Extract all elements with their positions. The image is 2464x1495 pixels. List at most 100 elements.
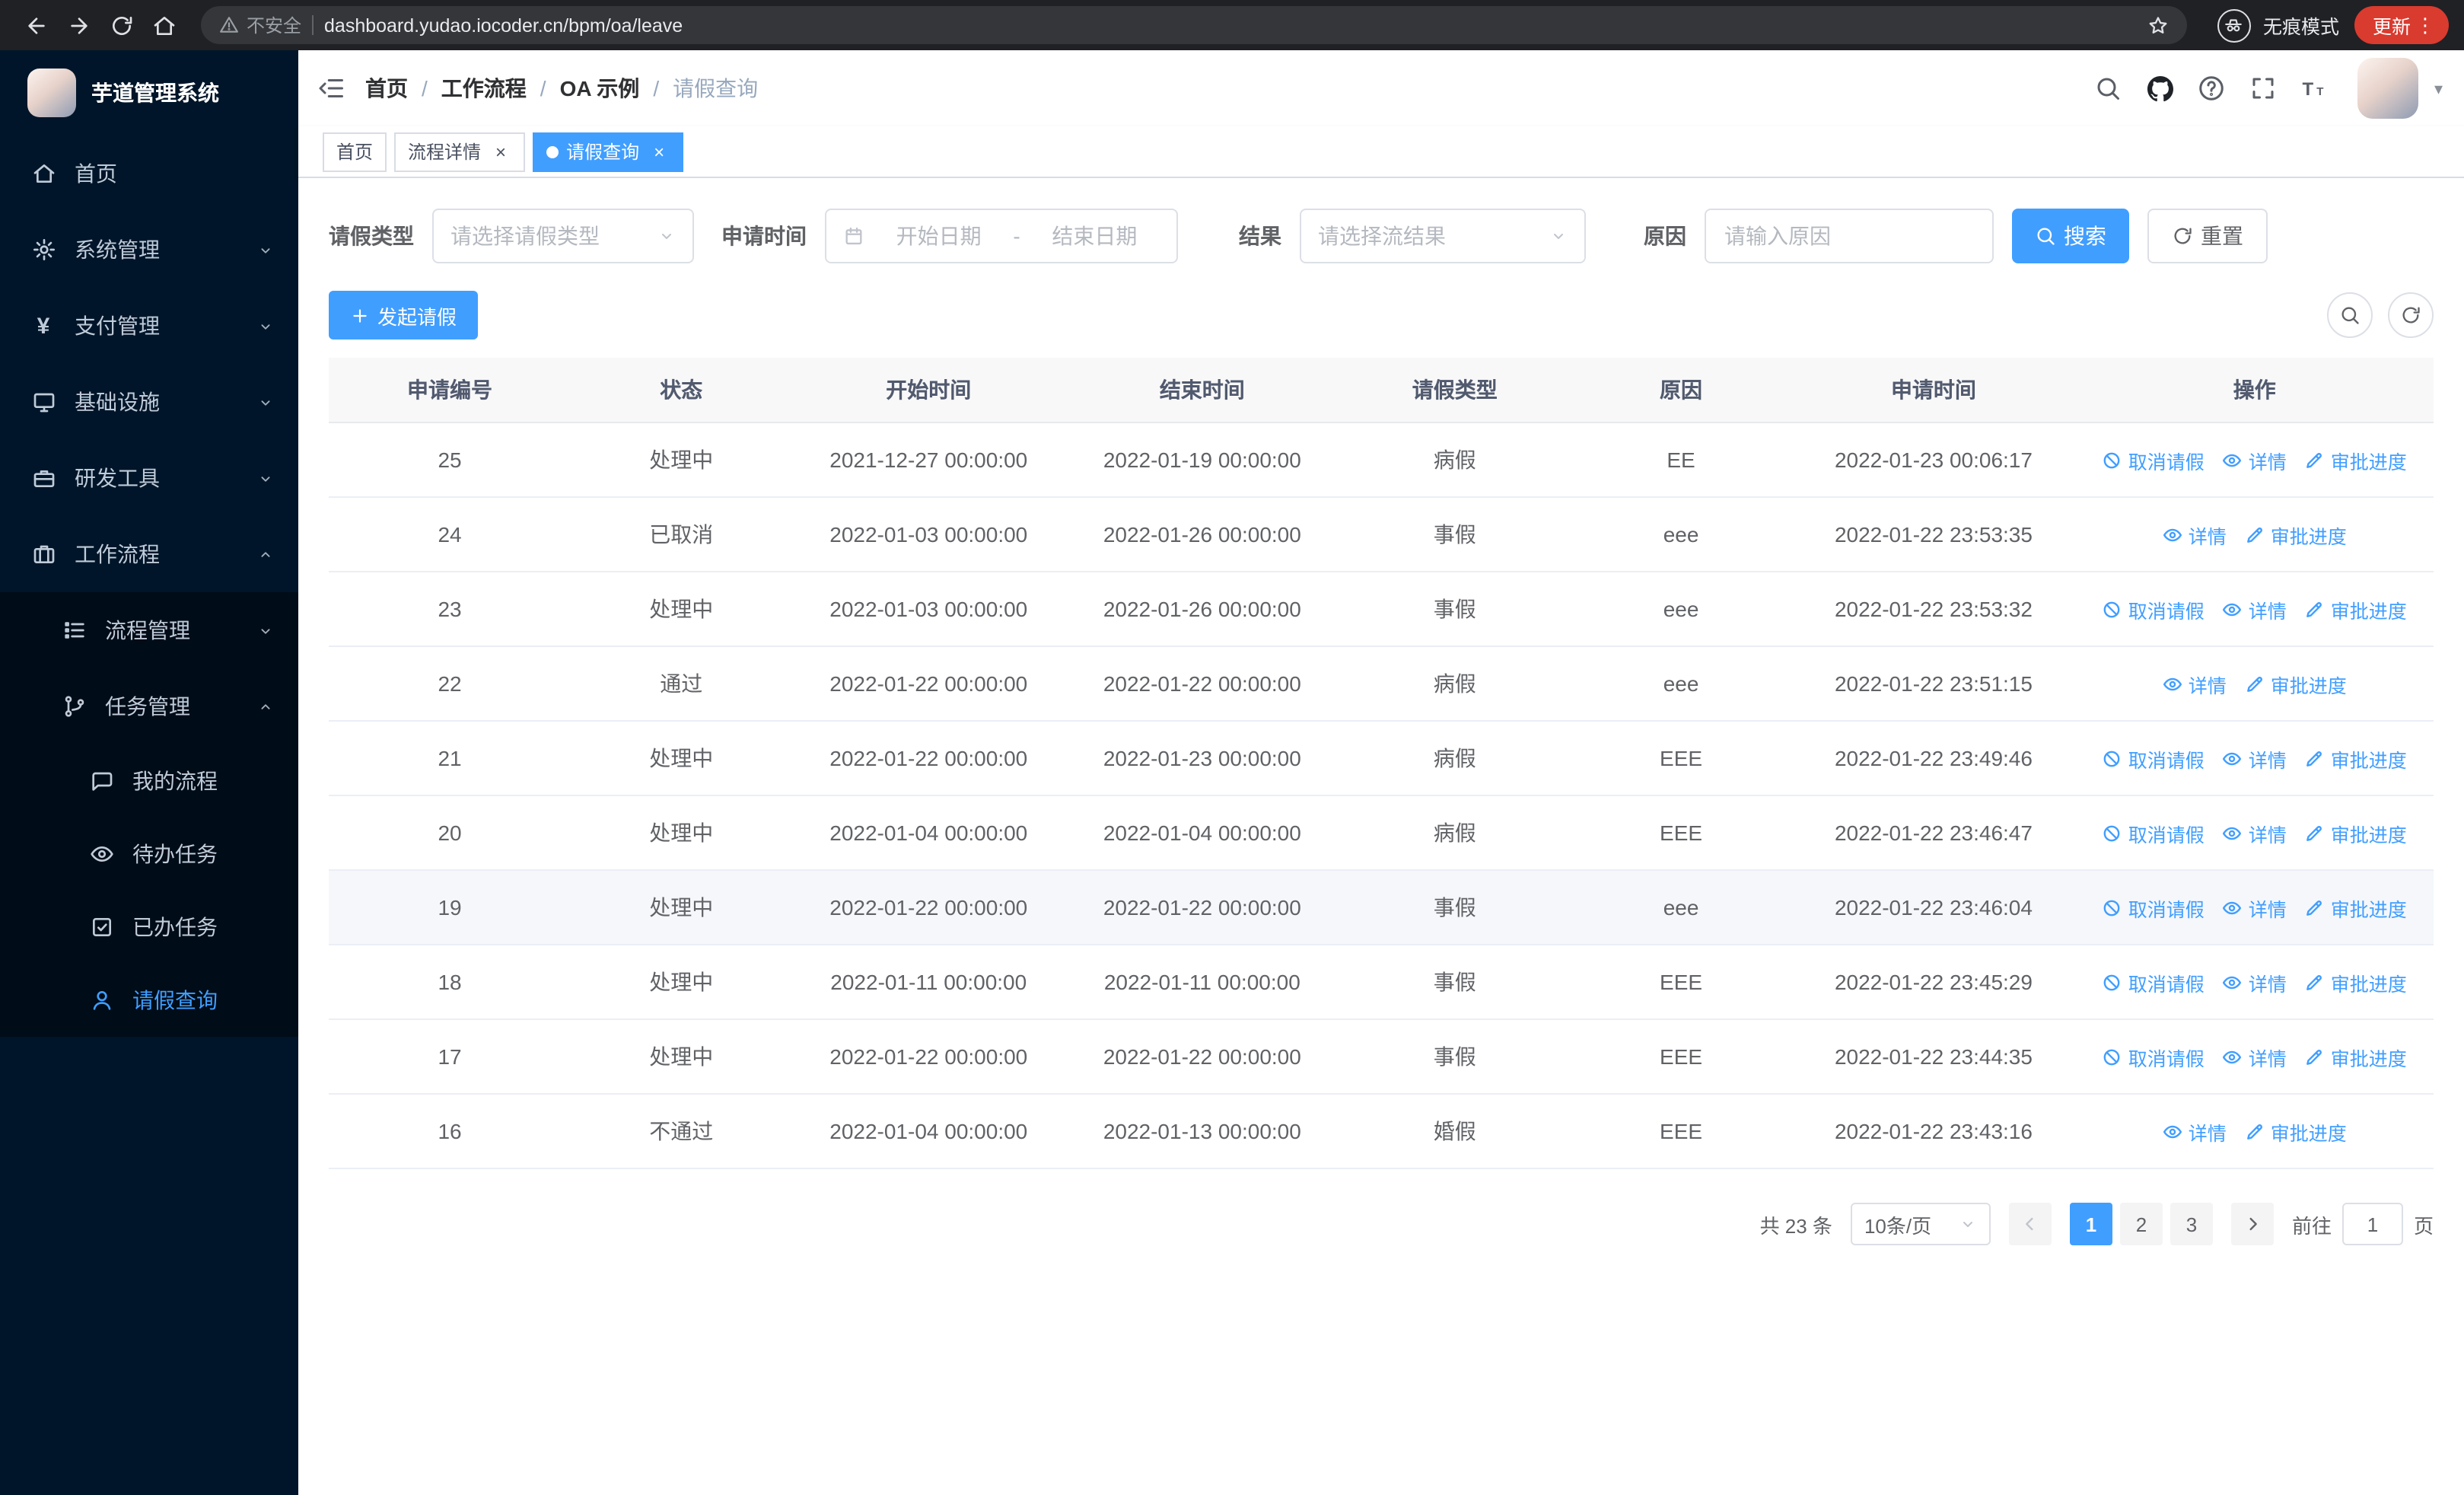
- search-button[interactable]: 搜索: [2012, 209, 2129, 263]
- table-row: 24 已取消 2022-01-03 00:00:00 2022-01-26 00:00…: [329, 498, 2434, 572]
- action-progress-link[interactable]: 审批进度: [2305, 967, 2407, 996]
- toggle-search-button[interactable]: [2327, 292, 2373, 338]
- sidebar-item-leave-query[interactable]: 请假查询: [0, 964, 298, 1037]
- action-progress-link[interactable]: 审批进度: [2305, 893, 2407, 922]
- action-cancel-link[interactable]: 取消请假: [2103, 1042, 2205, 1071]
- reason-input[interactable]: [1705, 209, 1994, 263]
- action-progress-link[interactable]: 审批进度: [2245, 669, 2347, 698]
- table-row: 23 处理中 2022-01-03 00:00:00 2022-01-26 00:00…: [329, 572, 2434, 647]
- tab-process-detail[interactable]: 流程详情 ×: [394, 132, 526, 171]
- page-button-1[interactable]: 1: [2069, 1203, 2112, 1245]
- tab-home[interactable]: 首页: [323, 132, 387, 171]
- site-security-chip[interactable]: 不安全: [219, 12, 301, 38]
- cell-reason: eee: [1663, 597, 1699, 621]
- cell-actions: 取消请假 详情 审批进度: [2076, 796, 2434, 869]
- close-icon[interactable]: ×: [490, 141, 511, 162]
- github-icon[interactable]: [2139, 67, 2182, 110]
- action-progress-link[interactable]: 审批进度: [2305, 818, 2407, 847]
- action-progress-link[interactable]: 审批进度: [2245, 1117, 2347, 1146]
- page-button-2[interactable]: 2: [2119, 1203, 2163, 1245]
- bookmark-star-icon[interactable]: [2147, 14, 2169, 36]
- reload-button[interactable]: [100, 4, 143, 46]
- table-row: 16 不通过 2022-01-04 00:00:00 2022-01-13 00:00…: [329, 1095, 2434, 1169]
- action-cancel-link[interactable]: 取消请假: [2103, 744, 2205, 773]
- browser-menu-icon[interactable]: ⋮: [2411, 13, 2440, 37]
- caret-down-icon[interactable]: ▾: [2434, 78, 2443, 98]
- action-progress-link[interactable]: 审批进度: [2305, 594, 2407, 623]
- action-detail-link[interactable]: 详情: [2223, 967, 2287, 996]
- browser-update-button[interactable]: 更新 ⋮: [2354, 6, 2449, 44]
- close-icon[interactable]: ×: [648, 141, 670, 162]
- action-detail-link[interactable]: 详情: [2163, 669, 2227, 698]
- sidebar-item-devtools[interactable]: 研发工具: [0, 440, 298, 516]
- prev-page-button[interactable]: [2008, 1203, 2052, 1245]
- browser-home-button[interactable]: [143, 4, 186, 46]
- page-button-3[interactable]: 3: [2170, 1203, 2213, 1245]
- action-detail-link[interactable]: 详情: [2223, 818, 2287, 847]
- cell-id: 19: [438, 895, 462, 920]
- action-cancel-link[interactable]: 取消请假: [2103, 967, 2205, 996]
- action-cancel-link[interactable]: 取消请假: [2103, 893, 2205, 922]
- create-leave-button[interactable]: 发起请假: [329, 291, 479, 339]
- action-detail-link[interactable]: 详情: [2223, 1042, 2287, 1071]
- breadcrumb-item[interactable]: OA 示例: [560, 73, 640, 104]
- incognito-label: 无痕模式: [2262, 17, 2339, 38]
- action-cancel-link[interactable]: 取消请假: [2103, 594, 2205, 623]
- cell-id: 23: [438, 597, 462, 621]
- apply-time-range-picker[interactable]: 开始日期 - 结束日期: [825, 209, 1178, 263]
- action-detail-link[interactable]: 详情: [2223, 594, 2287, 623]
- search-icon[interactable]: [2087, 67, 2130, 110]
- user-avatar[interactable]: [2357, 58, 2419, 119]
- reset-button[interactable]: 重置: [2147, 209, 2268, 263]
- sidebar-item-workflow[interactable]: 工作流程: [0, 516, 298, 592]
- sidebar-item-infrastructure[interactable]: 基础设施: [0, 364, 298, 440]
- eye-icon: [88, 841, 114, 867]
- forward-button[interactable]: [58, 4, 100, 46]
- cell-type: 病假: [1433, 448, 1476, 472]
- goto-page-input[interactable]: [2341, 1203, 2403, 1245]
- back-button[interactable]: [15, 4, 58, 46]
- breadcrumb-item[interactable]: 工作流程: [441, 73, 527, 104]
- cell-end: 2022-01-22 00:00:00: [1103, 895, 1301, 920]
- action-cancel-link[interactable]: 取消请假: [2103, 818, 2205, 847]
- action-progress-link[interactable]: 审批进度: [2245, 520, 2347, 549]
- table-row: 20 处理中 2022-01-04 00:00:00 2022-01-04 00:00…: [329, 796, 2434, 871]
- tags-view: 首页 流程详情 × 请假查询 ×: [298, 126, 2464, 178]
- action-detail-link[interactable]: 详情: [2223, 445, 2287, 474]
- sidebar-item-home[interactable]: 首页: [0, 135, 298, 212]
- leave-type-select[interactable]: 请选择请假类型: [432, 209, 694, 263]
- sidebar-item-system[interactable]: 系统管理: [0, 212, 298, 288]
- action-detail-link[interactable]: 详情: [2223, 893, 2287, 922]
- cell-end: 2022-01-04 00:00:00: [1103, 821, 1301, 845]
- action-progress-link[interactable]: 审批进度: [2305, 744, 2407, 773]
- table-refresh-button[interactable]: [2388, 292, 2434, 338]
- chevron-down-icon: [257, 317, 274, 334]
- sidebar-item-todo-tasks[interactable]: 待办任务: [0, 818, 298, 891]
- fullscreen-icon[interactable]: [2243, 67, 2285, 110]
- action-progress-link[interactable]: 审批进度: [2305, 1042, 2407, 1071]
- cell-start: 2022-01-22 00:00:00: [829, 1044, 1028, 1069]
- breadcrumb-item[interactable]: 首页: [365, 73, 408, 104]
- cell-apply_time: 2022-01-22 23:53:35: [1834, 522, 2033, 547]
- column-header: 申请时间: [1890, 378, 1976, 402]
- sidebar-item-payment[interactable]: ¥ 支付管理: [0, 288, 298, 364]
- page-size-select[interactable]: 10条/页: [1850, 1203, 1991, 1245]
- action-detail-link[interactable]: 详情: [2163, 1117, 2227, 1146]
- sidebar-collapse-icon[interactable]: [298, 50, 365, 126]
- sidebar-item-task-management[interactable]: 任务管理: [0, 668, 298, 744]
- cell-end: 2022-01-19 00:00:00: [1103, 448, 1301, 472]
- help-icon[interactable]: [2191, 67, 2233, 110]
- next-page-button[interactable]: [2230, 1203, 2274, 1245]
- sidebar-item-my-process[interactable]: 我的流程: [0, 744, 298, 818]
- cell-reason: eee: [1663, 671, 1699, 696]
- sidebar-item-process-management[interactable]: 流程管理: [0, 592, 298, 668]
- action-progress-link[interactable]: 审批进度: [2305, 445, 2407, 474]
- sidebar-item-done-tasks[interactable]: 已办任务: [0, 891, 298, 964]
- action-cancel-link[interactable]: 取消请假: [2103, 445, 2205, 474]
- result-select[interactable]: 请选择流结果: [1300, 209, 1586, 263]
- tab-leave-query[interactable]: 请假查询 ×: [533, 132, 684, 171]
- address-bar[interactable]: 不安全 dashboard.yudao.iocoder.cn/bpm/oa/le…: [201, 6, 2187, 44]
- action-detail-link[interactable]: 详情: [2163, 520, 2227, 549]
- font-size-icon[interactable]: [2294, 67, 2337, 110]
- action-detail-link[interactable]: 详情: [2223, 744, 2287, 773]
